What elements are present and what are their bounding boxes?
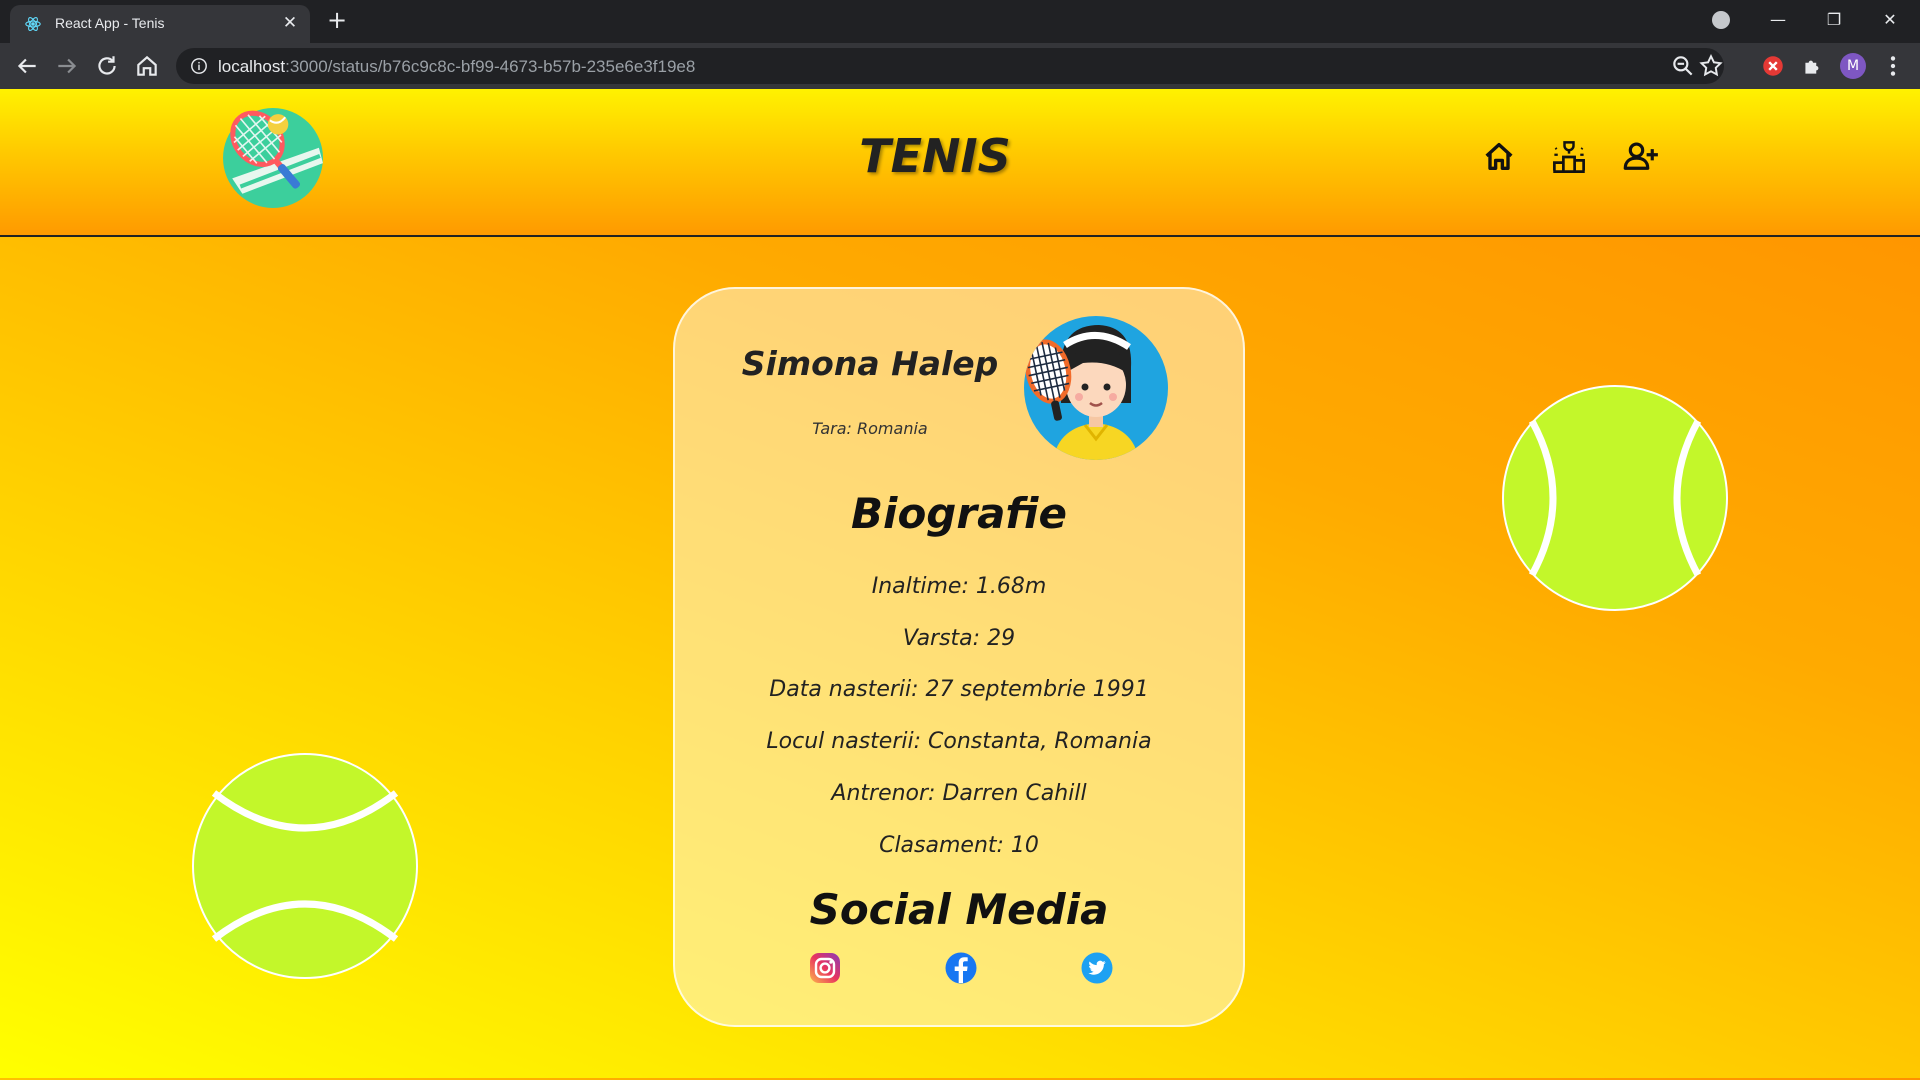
bio-age: Varsta: 29 bbox=[902, 626, 1016, 651]
site-info-icon[interactable] bbox=[190, 57, 208, 75]
address-bar[interactable]: localhost:3000/status/b76c9c8c-bf99-4673… bbox=[176, 48, 1724, 84]
tab-title: React App - Tenis bbox=[55, 15, 165, 31]
add-user-icon[interactable] bbox=[1623, 139, 1659, 175]
profile-initial: M bbox=[1846, 58, 1860, 74]
new-tab-icon[interactable]: + bbox=[325, 8, 349, 32]
bio-birth-date: Data nasterii: 27 septembrie 1991 bbox=[769, 677, 1149, 702]
page: TENIS Simona Halep Tara: Romania Biograf… bbox=[0, 89, 1920, 1080]
forward-icon[interactable] bbox=[54, 53, 80, 79]
window-close-icon[interactable]: ✕ bbox=[1870, 4, 1910, 36]
bio-height: Inaltime: 1.68m bbox=[871, 574, 1047, 599]
player-country: Tara: Romania bbox=[812, 419, 928, 438]
tennis-ball-icon bbox=[1502, 385, 1728, 611]
profile-avatar[interactable]: M bbox=[1840, 53, 1866, 79]
react-icon bbox=[25, 17, 41, 31]
close-tab-icon[interactable]: ✕ bbox=[280, 13, 300, 33]
player-card: Simona Halep Tara: Romania Biografie Ina… bbox=[673, 287, 1245, 1027]
home-icon[interactable] bbox=[1481, 139, 1517, 175]
back-icon[interactable] bbox=[14, 53, 40, 79]
brand-title: TENIS bbox=[859, 129, 1011, 183]
url-text: localhost:3000/status/b76c9c8c-bf99-4673… bbox=[218, 57, 696, 76]
instagram-icon[interactable] bbox=[808, 951, 842, 985]
player-avatar bbox=[1024, 316, 1168, 460]
reload-icon[interactable] bbox=[94, 53, 120, 79]
home-browser-icon[interactable] bbox=[134, 53, 160, 79]
ranking-podium-icon[interactable] bbox=[1551, 139, 1587, 175]
restore-icon[interactable]: ❐ bbox=[1814, 4, 1854, 36]
twitter-icon[interactable] bbox=[1080, 951, 1114, 985]
facebook-icon[interactable] bbox=[944, 951, 978, 985]
zoom-icon[interactable] bbox=[1670, 53, 1696, 79]
bio-coach: Antrenor: Darren Cahill bbox=[831, 781, 1087, 806]
bio-ranking: Clasament: 10 bbox=[879, 833, 1039, 858]
extensions-puzzle-icon[interactable] bbox=[1800, 53, 1826, 79]
player-name: Simona Halep bbox=[741, 344, 999, 383]
minimize-icon[interactable]: — bbox=[1758, 4, 1798, 36]
kebab-menu-icon[interactable] bbox=[1880, 53, 1906, 79]
tennis-ball-icon bbox=[192, 753, 418, 979]
biography-title: Biografie bbox=[851, 489, 1067, 538]
bookmark-star-icon[interactable] bbox=[1698, 53, 1724, 79]
browser-tabstrip: React App - Tenis ✕ + — ❐ ✕ bbox=[0, 0, 1920, 43]
bio-birth-place: Locul nasterii: Constanta, Romania bbox=[766, 729, 1152, 754]
adblock-extension-icon[interactable] bbox=[1760, 53, 1786, 79]
site-header: TENIS bbox=[0, 89, 1920, 237]
tab-search-icon[interactable] bbox=[1712, 11, 1730, 29]
browser-toolbar: localhost:3000/status/b76c9c8c-bf99-4673… bbox=[0, 43, 1920, 89]
social-media-title: Social Media bbox=[809, 885, 1109, 934]
browser-tab[interactable]: React App - Tenis ✕ bbox=[10, 5, 310, 43]
